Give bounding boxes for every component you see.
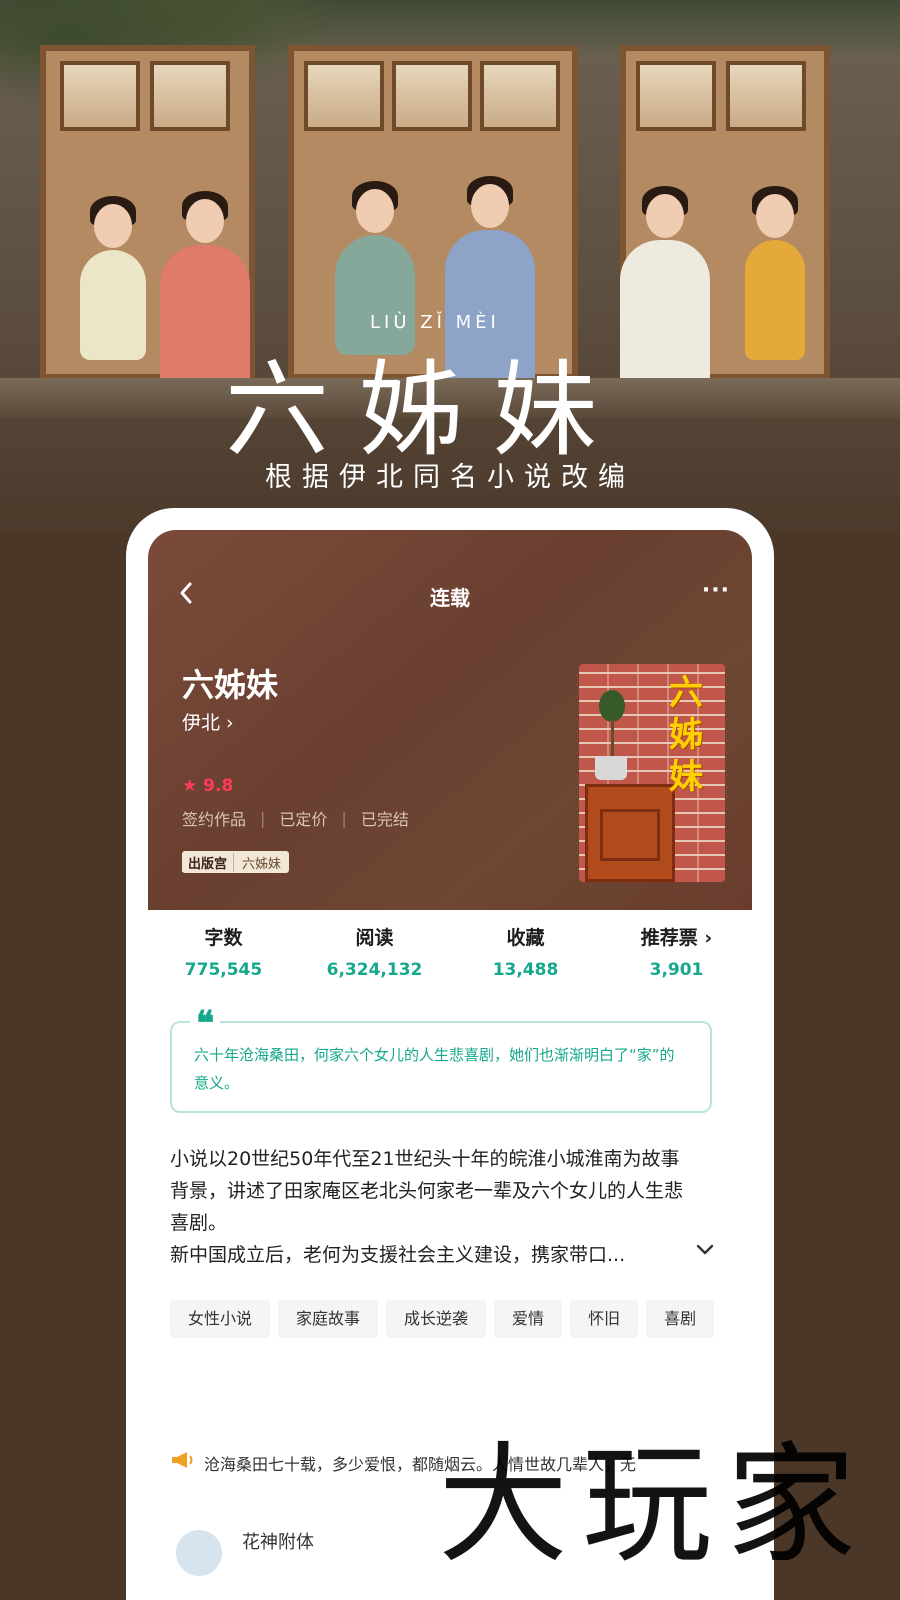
stat-value: 13,488: [492, 960, 559, 980]
meta-separator: |: [341, 808, 347, 828]
stat-word-count: 字数 775,545: [148, 923, 299, 980]
genre-tag[interactable]: 怀旧: [570, 1300, 639, 1338]
quote-icon: ❝: [190, 1007, 221, 1041]
stat-label: 阅读: [355, 927, 394, 949]
stat-value: 6,324,132: [326, 960, 423, 980]
avatar[interactable]: [176, 1530, 222, 1576]
megaphone-icon: [170, 1450, 196, 1475]
genre-tag[interactable]: 喜剧: [646, 1300, 715, 1338]
publisher-badge[interactable]: 出版宫 六姊妹: [182, 851, 290, 873]
book-meta: 签约作品 | 已定价 | 已完结: [182, 806, 409, 830]
poster-figure: [745, 186, 805, 360]
stat-recommend-votes[interactable]: 推荐票 › 3,901: [601, 923, 752, 980]
meta-signed: 签约作品: [182, 810, 247, 829]
poster-figure: [80, 196, 146, 360]
stat-reads: 阅读 6,324,132: [299, 923, 450, 980]
publisher-logo: 出版宫: [182, 852, 235, 872]
meta-completed: 已完结: [360, 810, 409, 829]
meta-priced: 已定价: [279, 810, 328, 829]
poster-title: 六姊妹: [225, 349, 628, 471]
genre-tag[interactable]: 成长逆袭: [386, 1300, 487, 1338]
stat-favorites: 收藏 13,488: [450, 923, 601, 980]
description-paragraph: 新中国成立后，老何为支援社会主义建设，携家带口...: [170, 1244, 626, 1266]
book-header: 连载 ··· 六姊妹 伊北 › ★ 9.8 签约作品 | 已定价 | 已完结 出…: [148, 530, 752, 910]
stat-label: 推荐票 ›: [640, 927, 713, 949]
author-link[interactable]: 伊北 ›: [182, 708, 234, 735]
book-description[interactable]: 小说以20世纪50年代至21世纪头十年的皖淮小城淮南为故事背景，讲述了田家庵区老…: [170, 1143, 690, 1271]
cover-plant: [599, 690, 625, 722]
expand-chevron-icon[interactable]: [696, 1240, 714, 1261]
stat-label: 收藏: [506, 927, 545, 949]
meta-separator: |: [260, 808, 266, 828]
description-paragraph: 小说以20世纪50年代至21世纪头十年的皖淮小城淮南为故事背景，讲述了田家庵区老…: [170, 1148, 684, 1234]
page-title: 连载: [430, 586, 470, 610]
book-stats: 字数 775,545 阅读 6,324,132 收藏 13,488 推荐票 › …: [148, 923, 752, 980]
poster-subtitle: 根据伊北同名小说改编: [265, 462, 635, 493]
quote-text: 六十年沧海桑田，何家六个女儿的人生悲喜剧，她们也渐渐明白了“家”的意义。: [194, 1046, 675, 1092]
genre-tag[interactable]: 家庭故事: [278, 1300, 379, 1338]
publisher-label: 六姊妹: [242, 856, 282, 872]
tagline-quote: ❝ 六十年沧海桑田，何家六个女儿的人生悲喜剧，她们也渐渐明白了“家”的意义。: [170, 1007, 712, 1113]
recommend-book-name[interactable]: 花神附体: [242, 1528, 314, 1554]
cover-pot: [595, 756, 627, 780]
stat-value: 3,901: [649, 960, 704, 980]
cover-cabinet: [585, 784, 675, 882]
poster-figure: [620, 186, 710, 390]
cover-title: 六姊妹: [669, 673, 703, 797]
more-options-button[interactable]: ···: [702, 578, 730, 603]
genre-tag[interactable]: 女性小说: [170, 1300, 271, 1338]
stat-value: 775,545: [184, 960, 263, 980]
book-cover[interactable]: 六姊妹: [579, 664, 725, 882]
watermark-text: 大玩家: [438, 1429, 871, 1581]
stat-label: 字数: [204, 927, 243, 949]
book-title: 六姊妹: [182, 666, 279, 704]
drama-poster: LIÙ ZǏ MÈI 六姊妹 根据伊北同名小说改编: [0, 0, 900, 530]
genre-tags: 女性小说 家庭故事 成长逆袭 爱情 怀旧 喜剧: [170, 1300, 730, 1338]
rating-score: ★ 9.8: [182, 776, 234, 796]
genre-tag[interactable]: 爱情: [494, 1300, 563, 1338]
